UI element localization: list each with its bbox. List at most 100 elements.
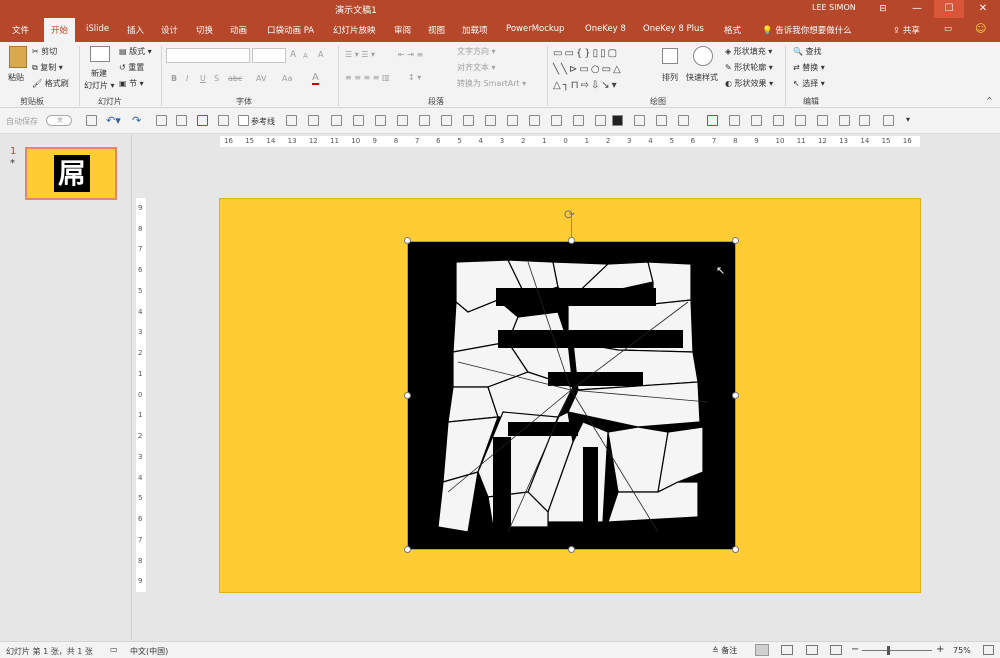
fill-color-icon[interactable]	[612, 115, 623, 126]
shape-outline-button[interactable]: ✎ 形状轮廓 ▾	[725, 62, 773, 73]
tab-format[interactable]: 格式	[724, 24, 741, 36]
toolbar-icon[interactable]	[551, 115, 562, 126]
toolbar-icon[interactable]	[773, 115, 784, 126]
rotate-handle-icon[interactable]: ⟳	[564, 208, 575, 223]
toolbar-icon[interactable]	[839, 115, 850, 126]
find-button[interactable]: 🔍 查找	[793, 46, 822, 57]
toolbar-icon[interactable]	[375, 115, 386, 126]
resize-handle[interactable]	[404, 237, 411, 244]
reading-view-icon[interactable]	[806, 645, 818, 655]
collapse-ribbon-icon[interactable]: ^	[986, 96, 993, 105]
zoom-slider[interactable]	[862, 646, 932, 655]
align-buttons[interactable]: ≡ ≡ ≡ ≡ ▥	[345, 73, 390, 82]
toolbar-icon[interactable]	[397, 115, 408, 126]
toolbar-icon[interactable]	[751, 115, 762, 126]
tell-me-search[interactable]: 💡 告诉我你想要做什么	[762, 24, 852, 36]
resize-handle[interactable]	[404, 546, 411, 553]
reset-button[interactable]: ↺ 重置	[119, 62, 144, 73]
bold-button[interactable]: B	[171, 74, 177, 83]
tab-view[interactable]: 视图	[428, 24, 445, 36]
toolbar-icon[interactable]	[353, 115, 364, 126]
share-button[interactable]: ⇪ 共享	[893, 24, 920, 36]
shape-effects-button[interactable]: ◐ 形状效果 ▾	[725, 78, 773, 89]
resize-handle[interactable]	[732, 392, 739, 399]
replace-button[interactable]: ⇄ 替换 ▾	[793, 62, 825, 73]
toolbar-icon[interactable]	[817, 115, 828, 126]
toolbar-icon[interactable]	[485, 115, 496, 126]
format-painter-button[interactable]: 🖌 格式刷	[32, 78, 69, 89]
tab-addins[interactable]: 加载项	[462, 24, 488, 36]
zoom-in-button[interactable]: +	[936, 644, 944, 655]
tab-animations[interactable]: 动画	[230, 24, 247, 36]
resize-handle[interactable]	[732, 546, 739, 553]
fit-slide-icon[interactable]	[983, 645, 994, 655]
toolbar-icon[interactable]	[331, 115, 342, 126]
toolbar-icon[interactable]	[883, 115, 894, 126]
shape-fill-button[interactable]: ◈ 形状填充 ▾	[725, 46, 772, 57]
user-name[interactable]: LEE SIMON	[812, 3, 856, 12]
minimize-button[interactable]: —	[902, 0, 932, 18]
cut-button[interactable]: ✂ 剪切	[32, 46, 57, 57]
comments-icon[interactable]: ▭	[944, 24, 952, 34]
copy-button[interactable]: ⧉ 复制 ▾	[32, 62, 63, 73]
line-spacing-button[interactable]: ↕ ▾	[408, 73, 421, 82]
toolbar-icon[interactable]	[795, 115, 806, 126]
new-slide-icon[interactable]	[90, 46, 110, 62]
autosave-toggle[interactable]: 关	[46, 115, 72, 126]
guides-checkbox[interactable]	[238, 115, 249, 126]
toolbar-icon[interactable]	[707, 115, 718, 126]
new-slide-button[interactable]: 新建	[91, 68, 107, 79]
resize-handle[interactable]	[404, 392, 411, 399]
layout-button[interactable]: ▤ 版式 ▾	[119, 46, 152, 57]
ribbon-display-button[interactable]: ⊟	[868, 0, 898, 18]
text-direction-button[interactable]: 文字方向 ▾	[457, 46, 496, 57]
arrange-button[interactable]: 排列	[662, 72, 678, 83]
tab-pocket-animation[interactable]: 口袋动画 PA	[267, 24, 314, 36]
underline-button[interactable]: U	[200, 74, 206, 83]
toolbar-icon[interactable]	[656, 115, 667, 126]
quick-styles-button[interactable]: 快速样式	[686, 72, 718, 83]
tab-review[interactable]: 审阅	[394, 24, 411, 36]
font-size-combo[interactable]	[252, 48, 286, 63]
tab-file[interactable]: 文件	[12, 24, 29, 36]
tab-transitions[interactable]: 切换	[196, 24, 213, 36]
toolbar-icon[interactable]	[286, 115, 297, 126]
toolbar-icon[interactable]	[729, 115, 740, 126]
resize-handle[interactable]	[732, 237, 739, 244]
horizontal-ruler[interactable]: 16 15 14 13 12 11 10 9 8 7 6 5 4 3 2 1 0 1 2 3 4 5 6 7 8 9 10 11 12 1…	[220, 136, 920, 147]
slideshow-icon[interactable]	[830, 645, 842, 655]
indent-buttons[interactable]: ⇤ ⇥ ≡	[398, 50, 423, 59]
undo-icon[interactable]: ↶▾	[106, 114, 121, 127]
strikethrough-button[interactable]: abc	[228, 74, 242, 83]
slide-thumbnail[interactable]: 屌	[25, 147, 117, 200]
convert-smartart-button[interactable]: 转换为 SmartArt ▾	[457, 78, 526, 89]
selected-image[interactable]	[407, 241, 736, 550]
toolbar-icon[interactable]	[529, 115, 540, 126]
smiley-icon[interactable]: ☺	[975, 22, 986, 35]
spellcheck-icon[interactable]: ▭	[110, 645, 118, 654]
new-slide-dropdown[interactable]: 幻灯片 ▾	[84, 80, 115, 91]
align-text-button[interactable]: 对齐文本 ▾	[457, 62, 496, 73]
arrange-icon[interactable]	[662, 48, 678, 64]
tab-powermockup[interactable]: PowerMockup	[506, 24, 564, 34]
font-color-button[interactable]: A	[312, 72, 319, 85]
paste-button[interactable]: 粘贴	[8, 72, 24, 83]
font-name-combo[interactable]	[166, 48, 250, 63]
shadow-button[interactable]: S	[214, 74, 219, 83]
toolbar-icon[interactable]	[595, 115, 606, 126]
toolbar-icon[interactable]	[419, 115, 430, 126]
toolbar-icon[interactable]	[634, 115, 645, 126]
tab-insert[interactable]: 插入	[127, 24, 144, 36]
language-indicator[interactable]: 中文(中国)	[130, 646, 168, 657]
tab-home[interactable]: 开始	[44, 18, 76, 42]
select-button[interactable]: ↖ 选择 ▾	[793, 78, 825, 89]
zoom-out-button[interactable]: −	[851, 644, 859, 655]
close-button[interactable]: ✕	[968, 0, 998, 18]
toolbar-icon[interactable]	[463, 115, 474, 126]
section-button[interactable]: ▣ 节 ▾	[119, 78, 144, 89]
vertical-ruler[interactable]: 9 8 7 6 5 4 3 2 1 0 1 2 3 4 5 6 7 8 9	[136, 198, 146, 592]
toolbar-icon[interactable]	[218, 115, 229, 126]
tab-design[interactable]: 设计	[161, 24, 178, 36]
tab-islide[interactable]: iSlide	[86, 24, 109, 34]
toolbar-icon[interactable]	[507, 115, 518, 126]
